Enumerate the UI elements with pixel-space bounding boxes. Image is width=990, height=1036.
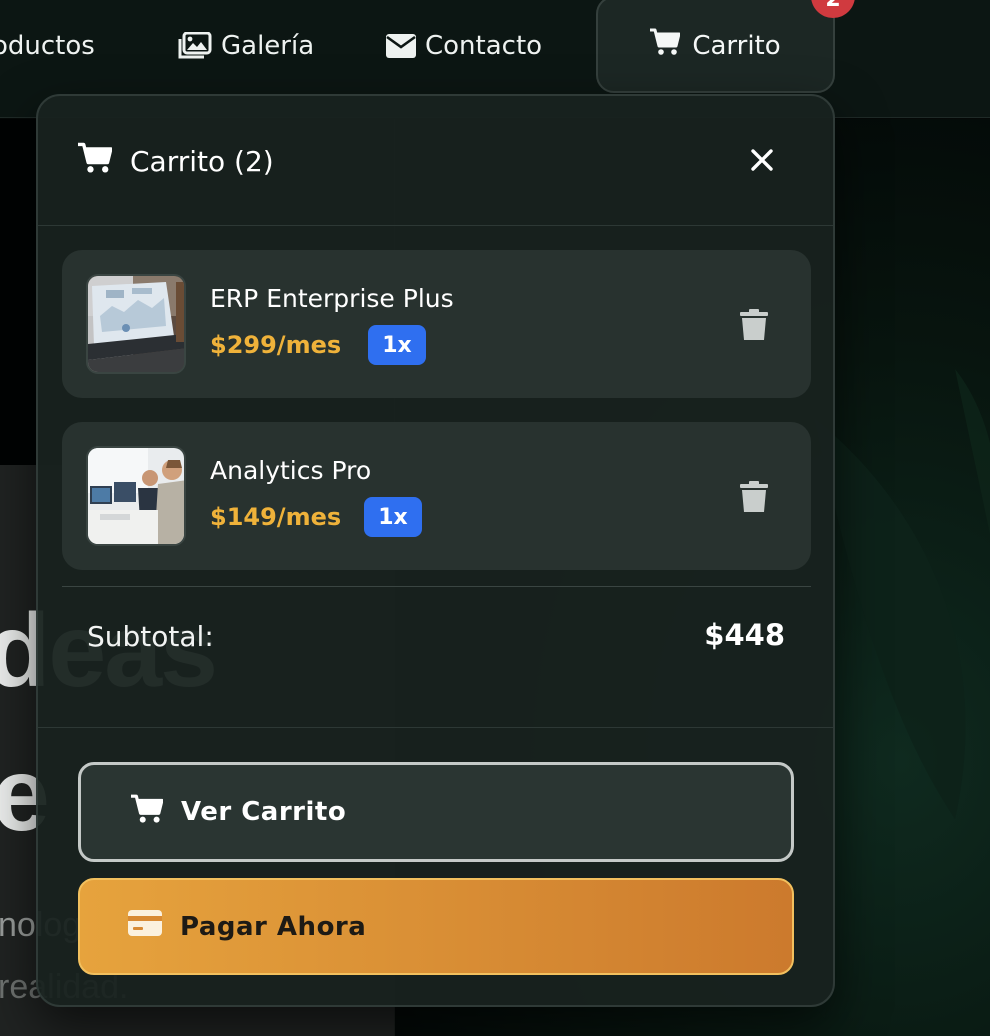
cart-dropdown: Carrito (2) ERP Enterprise Plus $299/mes…: [36, 94, 835, 1007]
cart-icon: [650, 28, 681, 63]
gallery-icon: [178, 32, 212, 60]
cart-item: ERP Enterprise Plus $299/mes 1x: [62, 250, 811, 398]
nav-products[interactable]: oductos: [0, 22, 95, 70]
view-cart-button[interactable]: Ver Carrito: [78, 762, 794, 862]
view-cart-label: Ver Carrito: [181, 797, 347, 827]
divider: [62, 586, 811, 587]
cart-icon: [131, 794, 164, 831]
nav-contact-label: Contacto: [425, 31, 543, 61]
quantity-badge: 1x: [368, 325, 426, 365]
item-name: Analytics Pro: [210, 456, 372, 485]
nav-gallery[interactable]: Galería: [178, 22, 314, 70]
pay-now-label: Pagar Ahora: [180, 911, 367, 942]
nav-contact[interactable]: Contacto: [386, 22, 542, 70]
product-thumbnail-analytics[interactable]: [86, 446, 186, 546]
trash-icon: [740, 309, 768, 340]
envelope-icon: [386, 34, 416, 58]
close-cart-button[interactable]: [744, 142, 780, 178]
quantity-badge: 1x: [364, 497, 422, 537]
close-icon: [751, 149, 773, 171]
product-thumbnail-erp[interactable]: [86, 274, 186, 374]
nav-products-label: oductos: [0, 31, 95, 61]
cart-dropdown-title: Carrito (2): [78, 142, 274, 181]
nav-cart-label: Carrito: [692, 30, 781, 61]
pay-now-button[interactable]: Pagar Ahora: [78, 878, 794, 975]
nav-cart-button[interactable]: Carrito: [596, 0, 835, 93]
nav-gallery-label: Galería: [221, 31, 315, 61]
cart-item: Analytics Pro $149/mes 1x: [62, 422, 811, 570]
cart-dropdown-title-text: Carrito (2): [130, 145, 274, 178]
item-name: ERP Enterprise Plus: [210, 284, 454, 313]
subtotal-label: Subtotal:: [87, 620, 214, 653]
subtotal-value: $448: [704, 618, 785, 652]
remove-item-button[interactable]: [736, 306, 772, 344]
cart-icon: [78, 142, 113, 181]
cart-dropdown-header: Carrito (2): [38, 96, 833, 226]
remove-item-button[interactable]: [736, 478, 772, 516]
divider: [38, 727, 833, 728]
item-price: $299/mes: [210, 331, 342, 359]
page: ideas e nolog realidad. oductos Galería: [0, 0, 990, 1036]
credit-card-icon: [128, 910, 162, 943]
trash-icon: [740, 481, 768, 512]
item-price: $149/mes: [210, 503, 342, 531]
